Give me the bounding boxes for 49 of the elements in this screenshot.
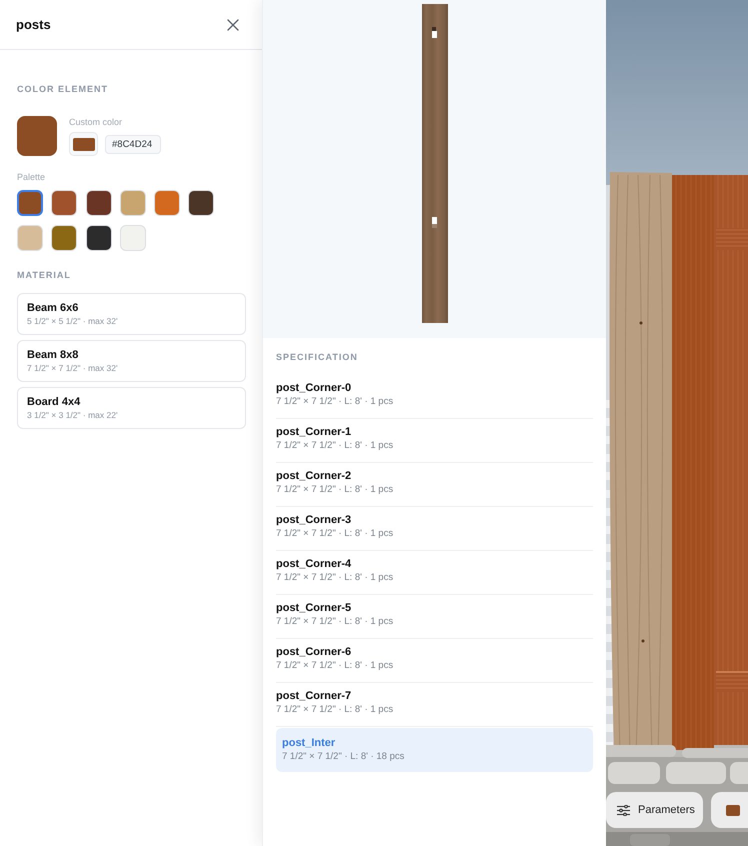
spec-item[interactable]: post_Corner-7 7 1/2" × 7 1/2" · L: 8' · 1 pcs <box>276 683 593 727</box>
part-name: post_Corner-3 <box>276 513 352 527</box>
spec-item[interactable]: post_Corner-0 7 1/2" × 7 1/2" · L: 8' · 1 pcs <box>276 375 593 419</box>
sliders-icon <box>617 804 630 816</box>
section-heading: COLOR ELEMENT <box>17 83 109 95</box>
color-button[interactable] <box>711 792 748 828</box>
material-card[interactable]: Beam 8x8 7 1/2" × 7 1/2" · max 32' <box>17 340 246 382</box>
panel-title: posts <box>16 16 51 32</box>
material-name: Board 4x4 <box>27 395 82 409</box>
material-details: 3 1/2" × 3 1/2" · max 22' <box>27 409 119 421</box>
part-details: 7 1/2" × 7 1/2" · L: 8' · 1 pcs <box>276 703 394 716</box>
material-details: 5 1/2" × 5 1/2" · max 32' <box>27 315 119 327</box>
material-name: Beam 6x6 <box>27 301 80 315</box>
part-name: post_Corner-7 <box>276 689 352 703</box>
material-card[interactable]: Beam 6x6 5 1/2" × 5 1/2" · max 32' <box>17 293 246 335</box>
part-name: post_Corner-0 <box>276 381 352 395</box>
hex-color-field[interactable]: #8C4D24 <box>105 134 161 154</box>
close-icon[interactable] <box>227 18 239 30</box>
spec-item[interactable]: post_Corner-2 7 1/2" × 7 1/2" · L: 8' · 1 pcs <box>276 463 593 507</box>
spec-item[interactable]: post_Corner-3 7 1/2" × 7 1/2" · L: 8' · 1 pcs <box>276 507 593 551</box>
part-name: post_Corner-4 <box>276 557 352 571</box>
part-details: 7 1/2" × 7 1/2" · L: 8' · 1 pcs <box>276 483 394 496</box>
field-label: Custom color <box>69 116 124 128</box>
part-details: 7 1/2" × 7 1/2" · L: 8' · 1 pcs <box>276 395 394 408</box>
part-details: 7 1/2" × 7 1/2" · L: 8' · 1 pcs <box>276 527 394 540</box>
part-name: post_Corner-5 <box>276 601 352 615</box>
parameters-button[interactable]: Parameters <box>606 792 703 828</box>
material-card[interactable]: Board 4x4 3 1/2" × 3 1/2" · max 22' <box>17 387 246 429</box>
spec-item[interactable]: post_Corner-4 7 1/2" × 7 1/2" · L: 8' · 1 pcs <box>276 551 593 595</box>
palette-swatch-icon[interactable] <box>17 190 43 216</box>
spec-item[interactable]: post_Corner-5 7 1/2" × 7 1/2" · L: 8' · 1 pcs <box>276 595 593 639</box>
section-heading: SPECIFICATION <box>276 351 359 363</box>
part-details: 7 1/2" × 7 1/2" · L: 8' · 1 pcs <box>276 439 394 452</box>
part-details: 7 1/2" × 7 1/2" · L: 8' · 18 pcs <box>282 750 406 763</box>
spec-item[interactable]: post_Corner-6 7 1/2" × 7 1/2" · L: 8' · 1 pcs <box>276 639 593 683</box>
color-picker-button[interactable] <box>69 132 98 156</box>
section-heading: MATERIAL <box>17 269 72 281</box>
material-details: 7 1/2" × 7 1/2" · max 32' <box>27 362 119 374</box>
part-details: 7 1/2" × 7 1/2" · L: 8' · 1 pcs <box>276 571 394 584</box>
part-name: post_Corner-1 <box>276 425 352 439</box>
material-name: Beam 8x8 <box>27 348 80 362</box>
part-name: post_Corner-2 <box>276 469 352 483</box>
part-details: 7 1/2" × 7 1/2" · L: 8' · 1 pcs <box>276 659 394 672</box>
part-name: post_Inter <box>282 736 336 750</box>
spec-item[interactable]: post_Inter 7 1/2" × 7 1/2" · L: 8' · 18 pcs <box>276 728 593 772</box>
spec-item[interactable]: post_Corner-1 7 1/2" × 7 1/2" · L: 8' · 1 pcs <box>276 419 593 463</box>
palette-label: Palette <box>17 171 46 183</box>
part-details: 7 1/2" × 7 1/2" · L: 8' · 1 pcs <box>276 615 394 628</box>
part-name: post_Corner-6 <box>276 645 352 659</box>
